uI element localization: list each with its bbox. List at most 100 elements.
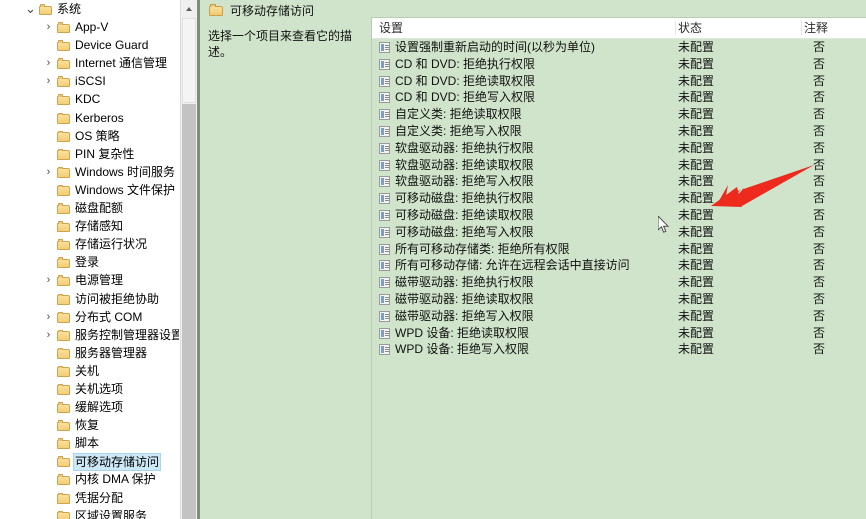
- setting-name: 软盘驱动器: 拒绝写入权限: [395, 174, 534, 189]
- tree-item-23[interactable]: 恢复: [0, 416, 179, 434]
- scroll-up-button[interactable]: [181, 0, 197, 17]
- tree-item-22[interactable]: 缓解选项: [0, 398, 179, 416]
- table-row[interactable]: 所有可移动存储类: 拒绝所有权限 未配置 否: [372, 241, 866, 258]
- table-row[interactable]: 软盘驱动器: 拒绝写入权限 未配置 否: [372, 173, 866, 190]
- table-row[interactable]: 磁带驱动器: 拒绝读取权限 未配置 否: [372, 291, 866, 308]
- table-row[interactable]: 所有可移动存储: 允许在远程会话中直接访问 未配置 否: [372, 257, 866, 274]
- tree-item-11[interactable]: 磁盘配额: [0, 199, 179, 217]
- folder-icon: [39, 4, 53, 15]
- tree-item-label: 服务控制管理器设置: [75, 327, 179, 342]
- tree-item-13[interactable]: 存储运行状况: [0, 235, 179, 253]
- tree-item-label: PIN 复杂性: [75, 146, 135, 161]
- folder-icon: [57, 203, 71, 215]
- tree-item-3[interactable]: › Internet 通信管理: [0, 54, 179, 72]
- setting-name: 软盘驱动器: 拒绝执行权限: [395, 140, 534, 155]
- setting-name: 自定义类: 拒绝读取权限: [395, 107, 522, 122]
- setting-status: 未配置: [678, 157, 715, 172]
- tree-item-19[interactable]: 服务器管理器: [0, 344, 179, 362]
- table-row[interactable]: 磁带驱动器: 拒绝写入权限 未配置 否: [372, 308, 866, 325]
- policy-tree-pane[interactable]: ⌄ 系统 › App-V Device Guard › Internet 通信管理 › iSCS…: [0, 0, 179, 519]
- tree-item-27[interactable]: 凭据分配: [0, 489, 179, 507]
- table-row[interactable]: WPD 设备: 拒绝写入权限 未配置 否: [372, 341, 866, 358]
- table-row[interactable]: CD 和 DVD: 拒绝执行权限 未配置 否: [372, 56, 866, 73]
- chevron-right-icon[interactable]: ›: [43, 18, 54, 36]
- setting-note: 否: [813, 258, 826, 273]
- setting-status: 未配置: [678, 342, 715, 357]
- scrollbar-track[interactable]: [182, 104, 196, 519]
- table-row[interactable]: 自定义类: 拒绝读取权限 未配置 否: [372, 106, 866, 123]
- chevron-right-icon[interactable]: ›: [43, 163, 54, 181]
- tree-item-4[interactable]: › iSCSI: [0, 72, 179, 90]
- table-row[interactable]: CD 和 DVD: 拒绝读取权限 未配置 否: [372, 73, 866, 90]
- table-row[interactable]: 可移动磁盘: 拒绝写入权限 未配置 否: [372, 224, 866, 241]
- tree-item-24[interactable]: 脚本: [0, 434, 179, 452]
- setting-status: 未配置: [678, 241, 715, 256]
- policy-setting-icon: [379, 109, 390, 121]
- tree-item-10[interactable]: Windows 文件保护: [0, 181, 179, 199]
- table-row[interactable]: CD 和 DVD: 拒绝写入权限 未配置 否: [372, 89, 866, 106]
- tree-item-17[interactable]: › 分布式 COM: [0, 308, 179, 326]
- table-row[interactable]: WPD 设备: 拒绝读取权限 未配置 否: [372, 325, 866, 342]
- tree-item-8[interactable]: PIN 复杂性: [0, 145, 179, 163]
- tree-item-6[interactable]: Kerberos: [0, 109, 179, 127]
- table-row[interactable]: 自定义类: 拒绝写入权限 未配置 否: [372, 123, 866, 140]
- setting-note: 否: [813, 90, 826, 105]
- tree-item-7[interactable]: OS 策略: [0, 127, 179, 145]
- folder-icon: [57, 22, 71, 34]
- tree-item-18[interactable]: › 服务控制管理器设置: [0, 326, 179, 344]
- tree-item-16[interactable]: 访问被拒绝协助: [0, 290, 179, 308]
- policy-setting-icon: [379, 209, 390, 221]
- table-row[interactable]: 可移动磁盘: 拒绝执行权限 未配置 否: [372, 190, 866, 207]
- tree-item-25[interactable]: 可移动存储访问: [0, 452, 179, 472]
- column-header-status[interactable]: 状态: [678, 18, 802, 38]
- tree-item-label: 磁盘配额: [75, 201, 124, 216]
- policy-setting-icon: [379, 277, 390, 289]
- tree-item-label: 存储运行状况: [75, 237, 148, 252]
- chevron-right-icon[interactable]: ›: [43, 54, 54, 72]
- tree-item-label: 系统: [57, 2, 82, 16]
- column-header-setting[interactable]: 设置: [379, 18, 676, 38]
- tree-item-15[interactable]: › 电源管理: [0, 271, 179, 289]
- column-header-note[interactable]: 注释: [804, 18, 866, 38]
- list-column-headers: 设置 状态 注释: [372, 18, 866, 39]
- tree-item-28[interactable]: 区域设置服务: [0, 507, 179, 519]
- tree-item-label: OS 策略: [75, 128, 120, 143]
- folder-icon: [57, 420, 71, 432]
- setting-name: 所有可移动存储: 允许在远程会话中直接访问: [395, 258, 630, 273]
- tree-item-20[interactable]: 关机: [0, 362, 179, 380]
- setting-note: 否: [813, 291, 826, 306]
- tree-vertical-scrollbar[interactable]: [180, 0, 197, 519]
- folder-icon: [57, 347, 71, 359]
- scrollbar-thumb[interactable]: [182, 18, 196, 103]
- chevron-right-icon[interactable]: ›: [43, 72, 54, 90]
- policy-setting-icon: [379, 58, 390, 70]
- tree-item-21[interactable]: 关机选项: [0, 380, 179, 398]
- policy-setting-icon: [379, 92, 390, 104]
- table-row[interactable]: 可移动磁盘: 拒绝读取权限 未配置 否: [372, 207, 866, 224]
- table-row[interactable]: 磁带驱动器: 拒绝执行权限 未配置 否: [372, 274, 866, 291]
- table-row[interactable]: 设置强制重新启动的时间(以秒为单位) 未配置 否: [372, 39, 866, 56]
- tree-item-14[interactable]: 登录: [0, 253, 179, 271]
- table-row[interactable]: 软盘驱动器: 拒绝执行权限 未配置 否: [372, 140, 866, 157]
- tree-item-9[interactable]: › Windows 时间服务: [0, 163, 179, 181]
- table-row[interactable]: 软盘驱动器: 拒绝读取权限 未配置 否: [372, 157, 866, 174]
- chevron-down-icon[interactable]: ⌄: [25, 0, 36, 18]
- tree-item-5[interactable]: KDC: [0, 90, 179, 108]
- chevron-right-icon[interactable]: ›: [43, 326, 54, 344]
- tree-item-26[interactable]: 内核 DMA 保护: [0, 470, 179, 488]
- tree-item-12[interactable]: 存储感知: [0, 217, 179, 235]
- tree-item-2[interactable]: Device Guard: [0, 36, 179, 54]
- tree-item-label: 区域设置服务: [75, 508, 148, 519]
- tree-item-0[interactable]: ⌄ 系统: [0, 0, 179, 18]
- pane-divider[interactable]: [197, 0, 200, 519]
- setting-name: CD 和 DVD: 拒绝执行权限: [395, 56, 536, 71]
- settings-list-view[interactable]: 设置 状态 注释 设置强制重新启动的时间(以秒为单位) 未配置否 CD 和 DVD:…: [371, 17, 866, 519]
- folder-icon: [57, 239, 71, 251]
- chevron-right-icon[interactable]: ›: [43, 308, 54, 326]
- tree-item-1[interactable]: › App-V: [0, 18, 179, 36]
- policy-setting-icon: [379, 293, 390, 305]
- chevron-right-icon[interactable]: ›: [43, 271, 54, 289]
- setting-status: 未配置: [678, 107, 715, 122]
- policy-setting-icon: [379, 193, 390, 205]
- policy-setting-icon: [379, 75, 390, 87]
